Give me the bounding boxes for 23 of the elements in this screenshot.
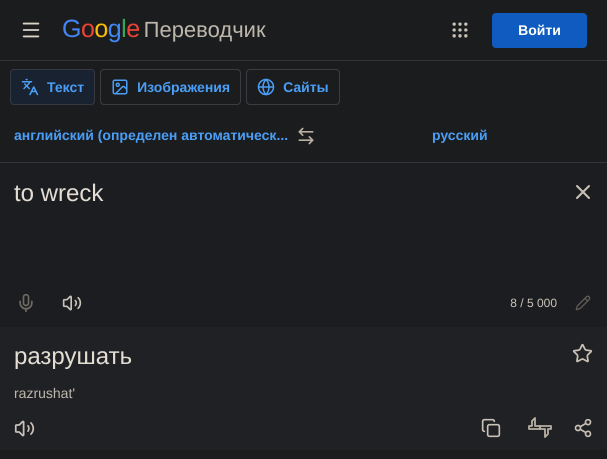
- target-language[interactable]: русский: [432, 125, 488, 146]
- apps-grid-icon[interactable]: [450, 20, 470, 40]
- source-text-field[interactable]: to wreck: [14, 176, 571, 212]
- mode-tab[interactable]: Сайты: [246, 69, 340, 105]
- sign-in-button[interactable]: Войти: [492, 12, 587, 48]
- transliteration-text: razrushat': [14, 384, 76, 403]
- speaker-icon[interactable]: [14, 418, 35, 438]
- character-counter: 8 / 5 000: [510, 295, 557, 312]
- share-icon[interactable]: [573, 418, 593, 438]
- image-icon: [111, 78, 130, 96]
- globe-icon: [257, 78, 276, 96]
- speaker-icon[interactable]: [62, 293, 82, 313]
- pencil-icon[interactable]: [575, 295, 591, 311]
- product-title: Переводчик: [144, 16, 266, 44]
- translation-text: разрушать: [14, 342, 134, 372]
- translate-icon: [21, 78, 39, 96]
- mode-tab[interactable]: Текст: [10, 69, 96, 105]
- logo: Google: [62, 14, 140, 46]
- mode-tab[interactable]: Изображения: [100, 69, 242, 105]
- star-icon[interactable]: [572, 343, 593, 364]
- swap-languages-icon[interactable]: [296, 126, 316, 146]
- copy-icon[interactable]: [481, 418, 501, 438]
- source-language[interactable]: английский (определен автоматическ...: [14, 125, 288, 146]
